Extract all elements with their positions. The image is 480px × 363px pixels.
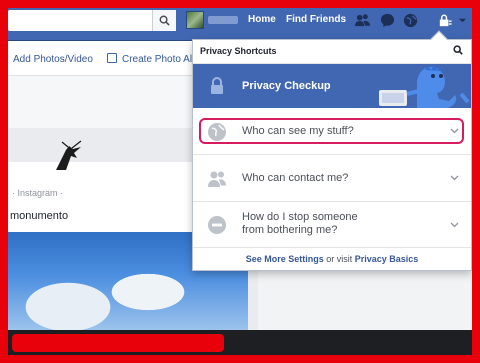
privacy-dinosaur-illustration: [379, 65, 470, 108]
home-link[interactable]: Home: [248, 14, 276, 25]
footer-connector-text: or visit: [323, 254, 355, 264]
block-icon: [208, 216, 226, 234]
post-meta: · Instagram ·: [12, 188, 64, 198]
search-icon: [159, 15, 170, 26]
see-more-settings-link[interactable]: See More Settings: [246, 254, 324, 264]
who-can-contact-label: Who can contact me?: [242, 172, 349, 184]
privacy-item-stop-someone[interactable]: How do I stop someone from bothering me?: [193, 202, 471, 248]
people-icon: [208, 171, 226, 187]
dropdown-header: Privacy Shortcuts: [193, 40, 471, 64]
post-composer: Add Photos/Video Create Photo Alb: [8, 41, 198, 76]
privacy-checkup-label: Privacy Checkup: [242, 80, 331, 92]
privacy-shortcuts-title: Privacy Shortcuts: [200, 46, 277, 56]
post-text: monumento: [10, 210, 69, 222]
search-icon[interactable]: [453, 45, 463, 55]
stop-someone-label-line2: from bothering me?: [242, 224, 338, 236]
caret-down-icon[interactable]: [458, 12, 467, 29]
privacy-item-who-can-contact[interactable]: Who can contact me?: [193, 155, 471, 202]
friends-icon[interactable]: [354, 12, 371, 29]
privacy-basics-link[interactable]: Privacy Basics: [355, 254, 419, 264]
globe-notifications-icon[interactable]: [402, 12, 419, 29]
highlight-outline: [199, 118, 464, 144]
feed-divider: [8, 128, 192, 162]
redaction-bar: [12, 334, 224, 352]
lock-icon: [211, 77, 223, 94]
composer-input-area[interactable]: [8, 76, 192, 128]
create-photo-album-link[interactable]: Create Photo Alb: [122, 54, 198, 65]
messages-icon[interactable]: [379, 12, 396, 29]
top-navigation-bar: Home Find Friends: [0, 0, 480, 41]
add-photos-video-link[interactable]: Add Photos/Video: [13, 54, 93, 65]
right-column: [258, 270, 472, 330]
find-friends-link[interactable]: Find Friends: [286, 14, 346, 25]
stop-someone-label-line1: How do I stop someone: [242, 211, 358, 223]
chevron-down-icon: [450, 222, 459, 228]
statue-silhouette: [56, 140, 82, 170]
privacy-shortcuts-dropdown: Privacy Shortcuts Privacy Checkup Who ca…: [192, 39, 472, 271]
dropdown-footer: See More Settings or visit Privacy Basic…: [193, 248, 471, 270]
username-redacted[interactable]: [208, 16, 238, 24]
photo-album-icon: [107, 53, 117, 63]
avatar[interactable]: [186, 11, 204, 29]
chevron-down-icon: [450, 175, 459, 181]
privacy-checkup-button[interactable]: Privacy Checkup: [193, 64, 471, 108]
privacy-lock-icon[interactable]: [437, 12, 454, 29]
search-input[interactable]: [8, 10, 176, 31]
search-button[interactable]: [152, 10, 176, 31]
